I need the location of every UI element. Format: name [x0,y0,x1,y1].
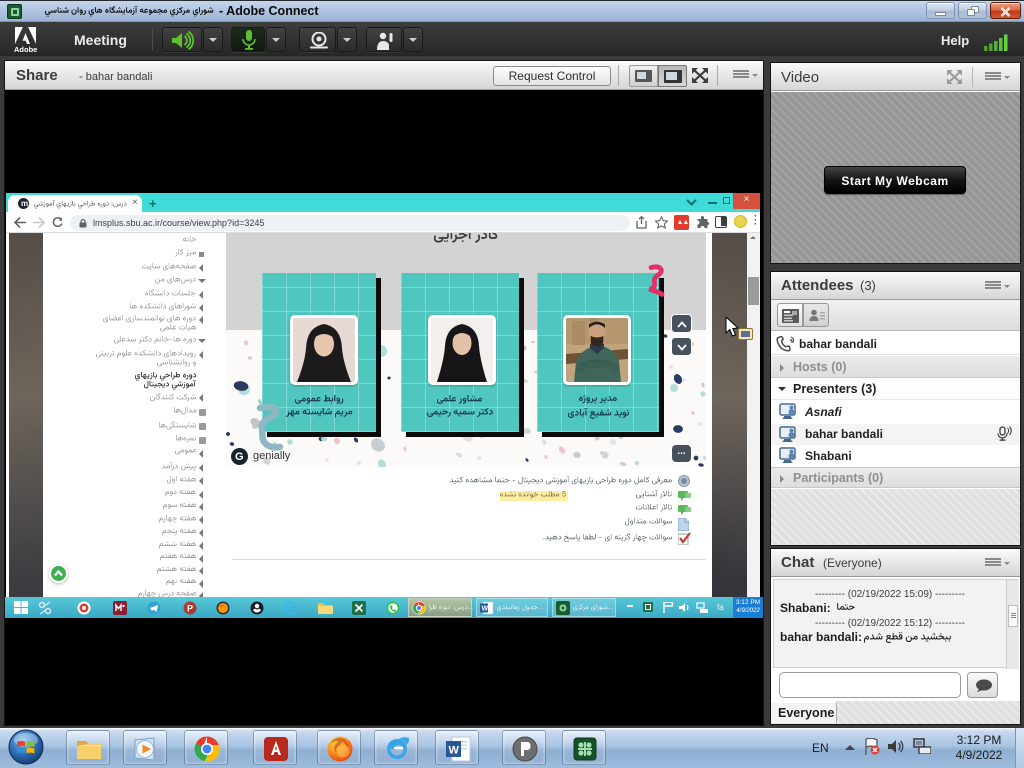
svg-text:e: e [287,603,291,613]
svg-text:W: W [449,745,460,757]
svg-text:P: P [187,603,193,613]
svg-text:W: W [482,606,489,613]
